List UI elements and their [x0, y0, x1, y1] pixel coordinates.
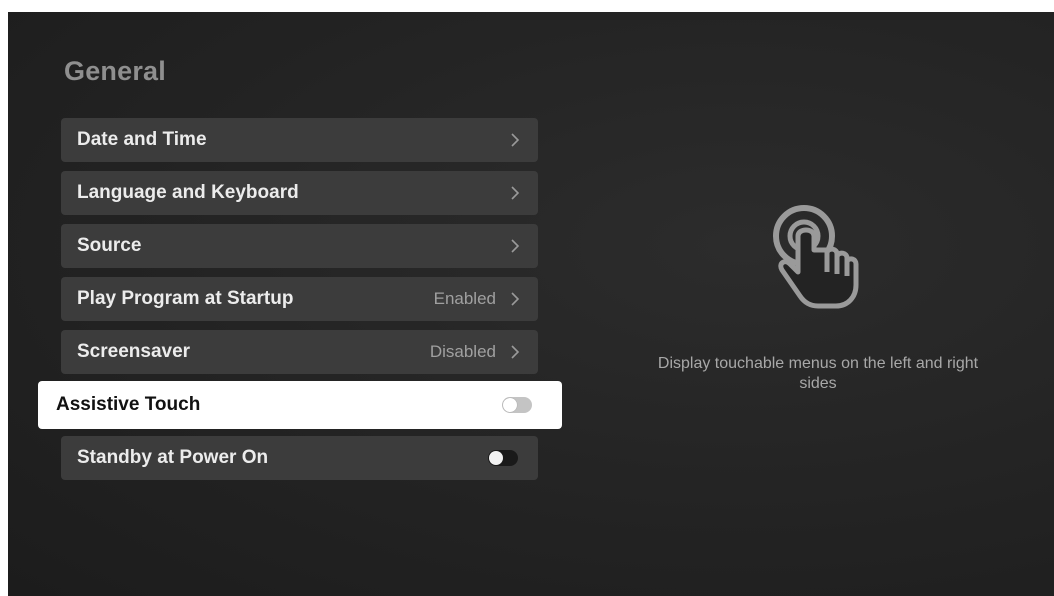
toggle-knob [503, 398, 517, 412]
chevron-right-icon [510, 344, 520, 360]
menu-item-label: Source [77, 235, 142, 256]
chevron-right-icon [510, 185, 520, 201]
menu-item-label: Play Program at Startup [77, 288, 294, 309]
menu-item-label: Language and Keyboard [77, 182, 299, 203]
settings-screen: General Date and Time Language and Keybo… [8, 12, 1054, 596]
menu-item-value: Enabled [433, 289, 496, 308]
menu-item-label: Assistive Touch [56, 394, 201, 415]
chevron-right-icon [510, 132, 520, 148]
chevron-right-icon [510, 291, 520, 307]
hint-description: Display touchable menus on the left and … [657, 355, 979, 392]
page-title: General [64, 56, 166, 86]
menu-item-label: Standby at Power On [77, 447, 269, 468]
menu-item-assistive-touch[interactable]: Assistive Touch [38, 381, 562, 429]
menu-item-value: Disabled [429, 342, 496, 361]
chevron-right-icon [510, 238, 520, 254]
toggle-knob [489, 451, 503, 465]
menu-item-screensaver[interactable]: Screensaver Disabled [61, 330, 538, 374]
assistive-touch-toggle[interactable] [502, 397, 532, 413]
menu-item-standby-at-power-on[interactable]: Standby at Power On [61, 436, 538, 480]
touch-hand-icon [770, 202, 866, 312]
menu-item-label: Screensaver [77, 341, 191, 362]
menu-item-source[interactable]: Source [61, 224, 538, 268]
standby-at-power-on-toggle[interactable] [488, 450, 518, 466]
menu-item-play-program-at-startup[interactable]: Play Program at Startup Enabled [61, 277, 538, 321]
menu-item-label: Date and Time [77, 129, 207, 150]
menu-item-date-and-time[interactable]: Date and Time [61, 118, 538, 162]
menu-item-language-and-keyboard[interactable]: Language and Keyboard [61, 171, 538, 215]
